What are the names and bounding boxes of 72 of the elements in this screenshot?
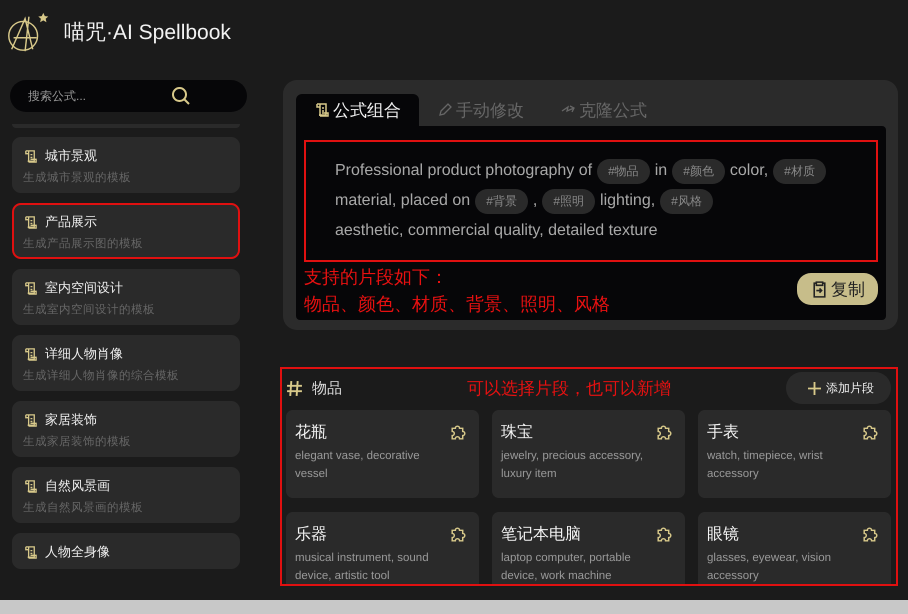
prompt-text: in: [654, 161, 668, 181]
variable-chip[interactable]: #风格: [660, 188, 713, 214]
template-description: 生成产品展示图的模板: [23, 236, 144, 251]
search-field[interactable]: 搜索公式...: [10, 80, 247, 112]
annotation-text: 支持的片段如下：: [304, 266, 449, 289]
scroll-icon: [23, 280, 38, 296]
template-title: 室内空间设计: [45, 279, 123, 297]
template-title: 产品展示: [45, 213, 97, 231]
template-title: 人物全身像: [45, 543, 110, 561]
app-title: 喵咒·AI Spellbook: [64, 20, 231, 46]
template-card[interactable]: 城市景观 生成城市景观的模板: [12, 137, 240, 193]
prompt-text: Professional product photography of: [335, 161, 592, 181]
template-title: 城市景观: [45, 147, 97, 165]
variable-chip[interactable]: #照明: [542, 188, 596, 214]
scroll-icon: [314, 102, 330, 118]
template-title: 详细人物肖像: [45, 345, 123, 363]
copy-button[interactable]: 复制: [797, 273, 878, 305]
template-card[interactable]: 人物全身像: [12, 533, 240, 569]
template-description: 生成自然风景画的模板: [23, 500, 144, 515]
fragment-description: glasses, eyewear, vision accessory: [707, 551, 832, 584]
scroll-icon: [23, 214, 38, 230]
template-title: 家居装饰: [45, 411, 97, 429]
template-card[interactable]: 产品展示 生成产品展示图的模板: [12, 203, 240, 259]
template-card[interactable]: 室内空间设计 生成室内空间设计的模板: [12, 269, 240, 325]
template-card[interactable]: 详细人物肖像 生成详细人物肖像的综合模板: [12, 335, 240, 391]
template-description: 生成详细人物肖像的综合模板: [23, 368, 180, 383]
fragment-description: jewelry, precious accessory, luxury item: [501, 449, 644, 482]
variable-chip[interactable]: #背景: [475, 188, 528, 214]
fragment-description: musical instrument, sound device, artistic tool: [295, 551, 430, 584]
hash-icon: [286, 380, 303, 396]
pencil-icon: [437, 102, 453, 118]
fragment-card[interactable]: 笔记本电脑 laptop computer, portable device, work machine: [492, 512, 685, 584]
variable-chip[interactable]: #物品: [597, 158, 650, 184]
search-icon[interactable]: [171, 86, 191, 106]
fragment-name: 手表: [707, 422, 739, 443]
fragment-card[interactable]: 花瓶 elegant vase, decorative vessel: [286, 410, 479, 498]
annotation-text: 物品、颜色、材质、背景、照明、风格: [304, 293, 610, 316]
template-card[interactable]: 自然风景画 生成自然风景画的模板: [12, 467, 240, 523]
scroll-icon: [23, 478, 38, 494]
prompt-text: color,: [730, 161, 768, 181]
scroll-icon: [23, 412, 38, 428]
fragment-card[interactable]: 珠宝 jewelry, precious accessory, luxury item: [492, 410, 685, 498]
template-description: 生成室内空间设计的模板: [23, 302, 156, 317]
fragment-card[interactable]: 乐器 musical instrument, sound device, artistic tool: [286, 512, 479, 584]
fragment-description: elegant vase, decorative vessel: [295, 449, 421, 482]
prompt-text: ,: [532, 191, 538, 211]
add-fragment-button[interactable]: 添加片段: [786, 372, 891, 404]
variable-chip[interactable]: #材质: [773, 158, 826, 184]
fragment-card[interactable]: 手表 watch, timepiece, wrist accessory: [698, 410, 891, 498]
plus-icon: [808, 382, 821, 394]
prompt-text: aesthetic, commercial quality, detailed texture: [335, 221, 658, 241]
template-title: 自然风景画: [45, 477, 110, 495]
template-card[interactable]: 家居装饰 生成家居装饰的模板: [12, 401, 240, 457]
variable-chip[interactable]: #颜色: [672, 158, 725, 184]
annotation-text: 可以选择片段，也可以新增: [467, 378, 671, 400]
fragment-name: 花瓶: [295, 422, 327, 443]
fragment-description: watch, timepiece, wrist accessory: [707, 449, 824, 482]
scroll-icon: [23, 544, 38, 560]
category-title: 物品: [312, 378, 343, 398]
fragment-description: laptop computer, portable device, work machine: [501, 551, 632, 584]
fragment-card[interactable]: 眼镜 glasses, eyewear, vision accessory: [698, 512, 891, 584]
template-description: 生成城市景观的模板: [23, 170, 132, 185]
prompt-text: material, placed on: [335, 191, 470, 211]
scroll-icon: [23, 148, 38, 164]
fragment-name: 珠宝: [501, 422, 533, 443]
tab[interactable]: 公式组合: [296, 94, 419, 126]
fragment-name: 乐器: [295, 524, 327, 545]
fragment-name: 笔记本电脑: [501, 524, 581, 545]
fragment-name: 眼镜: [707, 524, 739, 545]
scroll-icon: [23, 346, 38, 362]
prompt-text: lighting,: [600, 191, 656, 211]
template-description: 生成家居装饰的模板: [23, 434, 132, 449]
